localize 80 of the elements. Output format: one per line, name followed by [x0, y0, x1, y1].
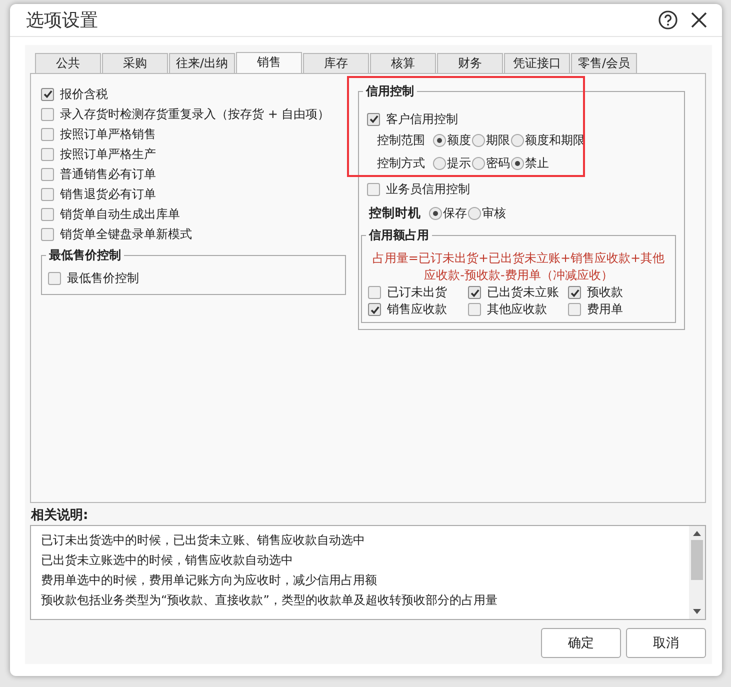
scroll-down-icon[interactable]: [693, 609, 701, 615]
checkbox-label: 销货单全键盘录单新模式: [60, 226, 192, 242]
checkbox[interactable]: [41, 88, 54, 100]
field-label: 控制方式: [377, 155, 425, 172]
radio-button[interactable]: [433, 157, 446, 170]
tab[interactable]: 核算: [370, 53, 436, 73]
tab[interactable]: 往来/出纳: [169, 53, 235, 73]
radio-button[interactable]: [511, 157, 524, 170]
checkbox[interactable]: [568, 286, 581, 299]
checkbox-label: 预收款: [587, 284, 623, 301]
checkbox[interactable]: [41, 108, 54, 120]
checkbox-label: 销售应收款: [387, 301, 447, 318]
checkbox[interactable]: [41, 128, 54, 140]
description-line: 费用单选中的时候，费用单记账方向为应收时，减少信用占用额: [41, 572, 378, 589]
tab[interactable]: 采购: [102, 53, 168, 73]
radio-button[interactable]: [429, 207, 442, 220]
checkbox[interactable]: [41, 208, 54, 220]
tab[interactable]: 零售/会员: [571, 53, 637, 73]
checkbox[interactable]: [468, 286, 481, 299]
checkbox[interactable]: [48, 272, 61, 284]
tab[interactable]: 凭证接口: [504, 53, 570, 73]
checkbox-label: 费用单: [587, 301, 623, 318]
checkbox-label: 按照订单严格销售: [60, 126, 156, 142]
group-title: 信用控制: [363, 83, 417, 100]
radio-label: 额度和期限: [525, 132, 585, 149]
checkbox-label: 报价含税: [60, 86, 108, 102]
radio-button[interactable]: [433, 134, 446, 147]
section-title: 相关说明:: [31, 506, 90, 524]
tab[interactable]: 销售: [236, 52, 302, 74]
radio-label: 密码: [486, 155, 510, 172]
checkbox[interactable]: [368, 303, 381, 316]
checkbox-label: 销售退货必有订单: [60, 186, 156, 202]
close-icon[interactable]: [690, 11, 708, 29]
description-line: 预收款包括业务类型为“预收款、直接收款”，类型的收款单及超收转预收部分的占用量: [41, 592, 498, 609]
checkbox-label: 录入存货时检测存货重复录入（按存货 + 自由项）: [60, 106, 330, 122]
checkbox[interactable]: [367, 112, 380, 126]
checkbox-label: 客户信用控制: [386, 110, 458, 128]
group-title: 最低售价控制: [46, 247, 124, 264]
checkbox-label: 已出货未立账: [487, 284, 559, 301]
checkbox[interactable]: [568, 303, 581, 316]
help-icon[interactable]: [658, 10, 678, 30]
field-label: 控制时机: [369, 205, 421, 222]
radio-label: 审核: [482, 205, 506, 222]
description-line: 已出货未立账选中的时候，销售应收款自动选中: [41, 552, 294, 569]
checkbox-label: 按照订单严格生产: [60, 146, 156, 162]
tab[interactable]: 公共: [35, 53, 101, 73]
tab[interactable]: 库存: [303, 53, 369, 73]
checkbox-label: 已订未出货: [387, 284, 447, 301]
radio-label: 保存: [443, 205, 467, 222]
checkbox[interactable]: [41, 148, 54, 160]
scroll-up-icon[interactable]: [693, 530, 701, 536]
group-title: 信用额占用: [366, 227, 432, 244]
dialog-button[interactable]: 取消: [626, 628, 706, 658]
field-label: 控制范围: [377, 132, 425, 149]
radio-button[interactable]: [511, 134, 524, 147]
checkbox[interactable]: [367, 182, 380, 196]
radio-label: 额度: [447, 132, 471, 149]
checkbox[interactable]: [468, 303, 481, 316]
scroll-thumb[interactable]: [691, 540, 703, 580]
tab[interactable]: 财务: [437, 53, 503, 73]
checkbox[interactable]: [41, 168, 54, 180]
radio-button[interactable]: [472, 157, 485, 170]
window-title: 选项设置: [26, 9, 98, 32]
formula-text: 占用量=已订未出货+已出货未立账+销售应收款+其他应收款-预收款-费用单（冲减应收）: [371, 250, 666, 284]
radio-button[interactable]: [472, 134, 485, 147]
description-line: 已订未出货选中的时候，已出货未立账、销售应收款自动选中: [41, 532, 366, 549]
checkbox[interactable]: [368, 286, 381, 299]
dialog-button[interactable]: 确定: [541, 628, 621, 658]
radio-label: 禁止: [525, 155, 549, 172]
checkbox-label: 普通销售必有订单: [60, 166, 156, 182]
checkbox[interactable]: [41, 188, 54, 200]
radio-label: 提示: [447, 155, 471, 172]
checkbox-label: 其他应收款: [487, 301, 547, 318]
checkbox[interactable]: [41, 228, 54, 240]
checkbox-label: 销货单自动生成出库单: [60, 206, 180, 222]
radio-button[interactable]: [468, 207, 481, 220]
scrollbar[interactable]: [689, 526, 705, 619]
checkbox-label: 业务员信用控制: [386, 180, 470, 198]
radio-label: 期限: [486, 132, 510, 149]
checkbox-label: 最低售价控制: [67, 270, 139, 286]
